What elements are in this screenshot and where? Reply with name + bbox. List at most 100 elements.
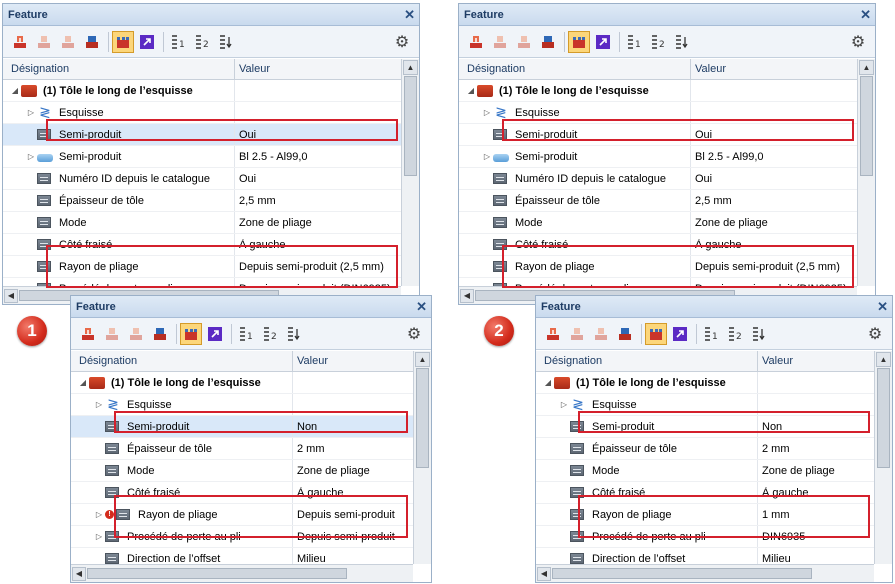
sheet-view-icon[interactable] [645, 322, 667, 345]
vertical-scrollbar[interactable]: ▲ [413, 351, 431, 564]
feature-doc-icon[interactable] [149, 323, 171, 345]
row-value[interactable]: Zone de pliage [691, 217, 857, 229]
sort-desc-icon[interactable]: 2 [259, 323, 281, 345]
row-value[interactable]: Bl 2.5 - Al99,0 [691, 151, 857, 163]
expand-toggle-icon[interactable]: ◢ [77, 378, 89, 387]
horizontal-scrollbar[interactable]: ◀ [536, 564, 874, 582]
close-icon[interactable]: ✕ [416, 300, 427, 313]
scroll-thumb[interactable] [416, 368, 429, 468]
insert-after-icon[interactable] [57, 31, 79, 53]
table-row[interactable]: ◢ (1) Tôle le long de l’esquisse [459, 80, 857, 102]
row-value[interactable]: À gauche [758, 487, 874, 499]
close-icon[interactable]: ✕ [860, 8, 871, 21]
expand-toggle-icon[interactable]: ▷ [481, 108, 493, 117]
vertical-scrollbar[interactable]: ▲ [857, 59, 875, 286]
sort-asc-icon[interactable]: 1 [700, 323, 722, 345]
scroll-left-icon[interactable]: ◀ [537, 566, 551, 581]
row-value[interactable]: Depuis semi-produit [293, 531, 413, 543]
table-row[interactable]: ◢ (1) Tôle le long de l’esquisse [3, 80, 401, 102]
table-row[interactable]: ▷ ≷ Esquisse [536, 394, 874, 416]
vertical-scrollbar[interactable]: ▲ [874, 351, 892, 564]
insert-feature-icon[interactable] [9, 31, 31, 53]
insert-before-icon[interactable] [101, 323, 123, 345]
table-row[interactable]: Rayon de pliage Depuis semi-produit (2,5 … [3, 256, 401, 278]
table-row[interactable]: Procédé de perte au pli DIN6935 [536, 526, 874, 548]
table-row[interactable]: Épaisseur de tôle 2 mm [71, 438, 413, 460]
table-row[interactable]: Côté fraisé À gauche [459, 234, 857, 256]
insert-feature-icon[interactable] [465, 31, 487, 53]
insert-after-icon[interactable] [125, 323, 147, 345]
row-value[interactable]: Depuis semi-produit [293, 509, 413, 521]
gear-icon[interactable]: ⚙ [847, 31, 869, 53]
table-row[interactable]: ▷ Semi-produit Bl 2.5 - Al99,0 [459, 146, 857, 168]
row-value[interactable]: Oui [235, 129, 401, 141]
insert-after-icon[interactable] [590, 323, 612, 345]
header-designation[interactable]: Désignation [71, 351, 293, 371]
expand-toggle-icon[interactable]: ▷ [93, 532, 105, 541]
row-value[interactable]: Oui [235, 173, 401, 185]
table-row[interactable]: Semi-produit Oui [459, 124, 857, 146]
row-value[interactable]: Zone de pliage [235, 217, 401, 229]
table-row[interactable]: ◢ (1) Tôle le long de l’esquisse [536, 372, 874, 394]
scroll-up-icon[interactable]: ▲ [859, 60, 874, 75]
goto-icon[interactable] [136, 31, 158, 53]
table-row[interactable]: ▷ ≷ Esquisse [3, 102, 401, 124]
expand-toggle-icon[interactable]: ◢ [542, 378, 554, 387]
scroll-left-icon[interactable]: ◀ [72, 566, 86, 581]
header-valeur[interactable]: Valeur [691, 59, 857, 79]
table-row[interactable]: Direction de l’offset Milieu [536, 548, 874, 564]
sheet-view-icon[interactable] [112, 30, 134, 53]
expand-toggle-icon[interactable]: ▷ [93, 510, 105, 519]
row-value[interactable]: Milieu [758, 553, 874, 565]
table-row[interactable]: Épaisseur de tôle 2,5 mm [459, 190, 857, 212]
header-valeur[interactable]: Valeur [293, 351, 413, 371]
row-value[interactable]: 2,5 mm [235, 195, 401, 207]
table-row[interactable]: Semi-produit Oui [3, 124, 401, 146]
table-row[interactable]: ◢ (1) Tôle le long de l’esquisse [71, 372, 413, 394]
insert-feature-icon[interactable] [77, 323, 99, 345]
table-row[interactable]: Côté fraisé À gauche [3, 234, 401, 256]
feature-doc-icon[interactable] [537, 31, 559, 53]
feature-doc-icon[interactable] [81, 31, 103, 53]
insert-feature-icon[interactable] [542, 323, 564, 345]
gear-icon[interactable]: ⚙ [403, 323, 425, 345]
row-value[interactable]: Milieu [293, 553, 413, 565]
sort-down-icon[interactable] [215, 31, 237, 53]
row-value[interactable]: 2,5 mm [691, 195, 857, 207]
table-row[interactable]: Numéro ID depuis le catalogue Oui [3, 168, 401, 190]
sheet-view-icon[interactable] [568, 30, 590, 53]
scroll-up-icon[interactable]: ▲ [403, 60, 418, 75]
insert-before-icon[interactable] [489, 31, 511, 53]
row-value[interactable]: Oui [691, 173, 857, 185]
feature-doc-icon[interactable] [614, 323, 636, 345]
table-row[interactable]: Épaisseur de tôle 2 mm [536, 438, 874, 460]
goto-icon[interactable] [204, 323, 226, 345]
table-row[interactable]: ▷ Semi-produit Bl 2.5 - Al99,0 [3, 146, 401, 168]
table-row[interactable]: Procédé de perte au pliDepuis semi-produ… [3, 278, 401, 286]
expand-toggle-icon[interactable]: ▷ [558, 400, 570, 409]
row-value[interactable]: À gauche [293, 487, 413, 499]
table-row[interactable]: Procédé de perte au pliDepuis semi-produ… [459, 278, 857, 286]
expand-toggle-icon[interactable]: ◢ [465, 86, 477, 95]
expand-toggle-icon[interactable]: ◢ [9, 86, 21, 95]
row-value[interactable]: Oui [691, 129, 857, 141]
goto-icon[interactable] [592, 31, 614, 53]
expand-toggle-icon[interactable]: ▷ [25, 152, 37, 161]
table-row[interactable]: Semi-produit Non [536, 416, 874, 438]
scroll-thumb[interactable] [860, 76, 873, 176]
row-value[interactable]: Bl 2.5 - Al99,0 [235, 151, 401, 163]
sheet-view-icon[interactable] [180, 322, 202, 345]
close-icon[interactable]: ✕ [404, 8, 415, 21]
header-designation[interactable]: Désignation [459, 59, 691, 79]
expand-toggle-icon[interactable]: ▷ [93, 400, 105, 409]
scroll-up-icon[interactable]: ▲ [415, 352, 430, 367]
sort-asc-icon[interactable]: 1 [167, 31, 189, 53]
row-value[interactable]: Zone de pliage [293, 465, 413, 477]
row-value[interactable]: 1 mm [758, 509, 874, 521]
scroll-up-icon[interactable]: ▲ [876, 352, 891, 367]
horizontal-scrollbar[interactable]: ◀ [71, 564, 413, 582]
table-row[interactable]: Rayon de pliage Depuis semi-produit (2,5 … [459, 256, 857, 278]
row-value[interactable]: 2 mm [293, 443, 413, 455]
table-row[interactable]: Numéro ID depuis le catalogue Oui [459, 168, 857, 190]
row-value[interactable]: À gauche [691, 239, 857, 251]
